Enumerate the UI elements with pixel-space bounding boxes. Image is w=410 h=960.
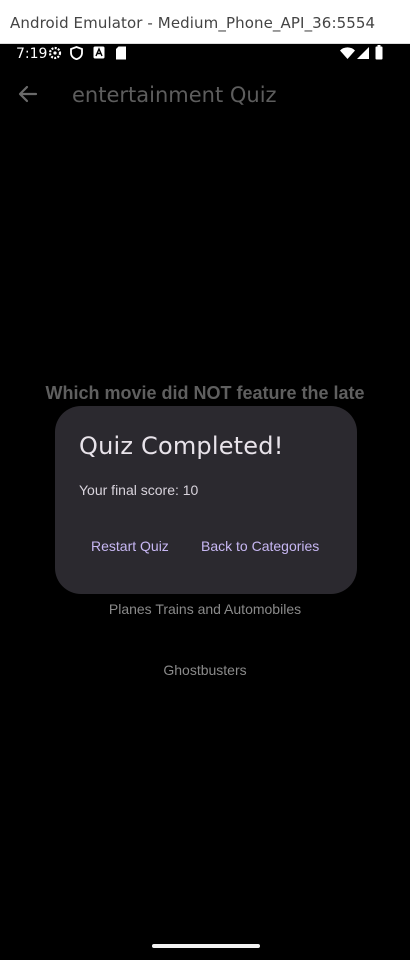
window-title: Android Emulator - Medium_Phone_API_36:5…: [10, 14, 376, 32]
dialog-title: Quiz Completed!: [79, 432, 284, 460]
final-score-text: Your final score: 10: [79, 482, 199, 498]
question-text: Which movie did NOT feature the late: [45, 383, 365, 403]
gesture-nav-handle[interactable]: [152, 944, 260, 948]
answer-option[interactable]: Ghostbusters: [0, 662, 410, 678]
emulator-title-bar: Android Emulator - Medium_Phone_API_36:5…: [0, 0, 410, 44]
signal-icon: [357, 47, 369, 59]
battery-icon: [375, 45, 383, 60]
phone-screen: 7:19 entertainment Quiz Which movie did …: [0, 44, 410, 960]
shield-icon: [70, 46, 83, 60]
arrow-back-icon[interactable]: [16, 82, 40, 106]
back-to-categories-button[interactable]: Back to Categories: [189, 528, 331, 564]
quiz-completed-dialog: Quiz Completed! Your final score: 10 Res…: [55, 406, 357, 594]
status-time: 7:19: [16, 46, 48, 62]
settings-icon: [48, 46, 62, 60]
wifi-icon: [340, 47, 355, 59]
answer-option[interactable]: Planes Trains and Automobiles: [0, 601, 410, 617]
app-bar-title: entertainment Quiz: [72, 83, 277, 107]
font-a-icon: [93, 46, 105, 59]
status-bar: 7:19: [0, 44, 410, 64]
sd-card-icon: [116, 46, 126, 60]
restart-quiz-button[interactable]: Restart Quiz: [79, 528, 181, 564]
app-bar: entertainment Quiz: [0, 72, 410, 118]
